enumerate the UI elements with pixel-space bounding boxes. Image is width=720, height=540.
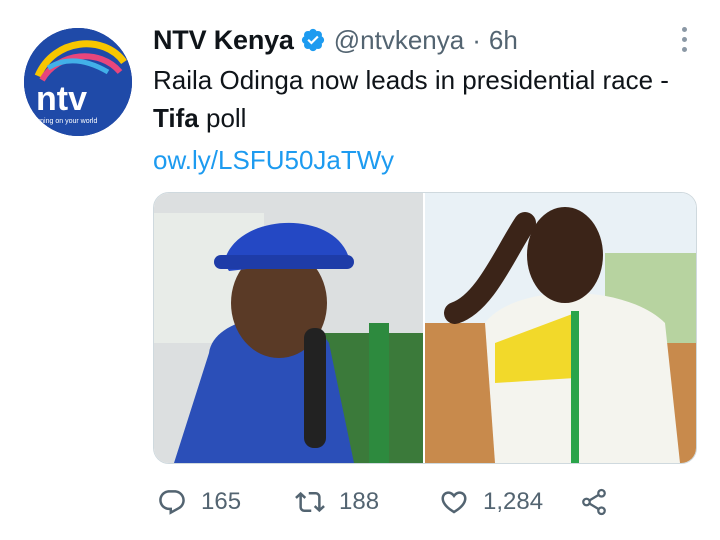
photo-right[interactable] xyxy=(425,193,696,463)
logo-text: ntv xyxy=(36,80,87,118)
like-count: 1,284 xyxy=(483,488,544,515)
share-button[interactable] xyxy=(579,482,609,522)
reply-button[interactable]: 165 xyxy=(157,482,241,522)
tweet-card[interactable]: ntv turning on your world NTV Kenya @ntv… xyxy=(0,0,720,540)
tweet-link[interactable]: ow.ly/LSFU50JaTWy xyxy=(153,141,394,179)
action-bar: 165 188 1,284 xyxy=(153,482,673,522)
media-grid[interactable] xyxy=(153,192,697,464)
photo-left[interactable] xyxy=(154,193,423,463)
heart-icon xyxy=(441,491,467,514)
timestamp[interactable]: 6h xyxy=(489,25,518,56)
like-button[interactable]: 1,284 xyxy=(439,482,543,522)
logo-tagline: turning on your world xyxy=(32,118,97,125)
avatar[interactable]: ntv turning on your world xyxy=(24,28,132,136)
separator-dot: · xyxy=(472,24,481,55)
tweet-text: Raila Odinga now leads in presidential r… xyxy=(153,61,693,137)
reply-count: 165 xyxy=(201,488,242,515)
retweet-icon xyxy=(295,491,325,513)
handle[interactable]: @ntvkenya xyxy=(334,25,464,56)
ntv-logo: ntv turning on your world xyxy=(24,28,132,136)
more-options-icon[interactable] xyxy=(680,27,690,55)
retweet-button[interactable]: 188 xyxy=(295,482,379,522)
tweet-header: NTV Kenya @ntvkenya · 6h xyxy=(153,22,518,58)
tweet-text-part: Raila Odinga now leads in presidential r… xyxy=(153,65,669,95)
tweet-text-bold: Tifa xyxy=(153,103,199,133)
tweet-text-part: poll xyxy=(198,103,247,133)
verified-badge-icon xyxy=(301,28,324,52)
photo-icon xyxy=(154,193,423,463)
photo-icon xyxy=(425,193,696,463)
reply-icon xyxy=(159,490,185,515)
retweet-count: 188 xyxy=(339,488,380,515)
share-icon xyxy=(582,488,606,516)
display-name[interactable]: NTV Kenya xyxy=(153,25,294,56)
